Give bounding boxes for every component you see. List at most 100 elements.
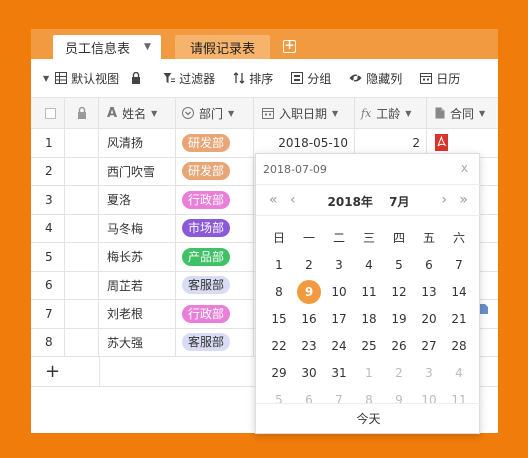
lock-button[interactable] — [131, 72, 145, 84]
day-cell[interactable]: 29 — [264, 366, 294, 380]
name-cell[interactable]: 梅长苏 — [99, 243, 176, 271]
day-cell[interactable]: 15 — [264, 312, 294, 326]
day-cell[interactable]: 1 — [354, 366, 384, 380]
day-cell[interactable]: 7 — [444, 258, 474, 272]
day-cell[interactable]: 30 — [294, 366, 324, 380]
chevron-down-icon[interactable]: ▼ — [405, 109, 411, 118]
month-select[interactable]: 7月 — [389, 195, 409, 209]
column-header-dept[interactable]: 部门 ▼ — [176, 98, 254, 128]
hire-date-value: 2018-05-10 — [278, 135, 348, 150]
dept-cell[interactable]: 行政部 — [176, 186, 254, 214]
add-sheet-icon[interactable]: + — [283, 39, 296, 53]
day-cell[interactable]: 12 — [384, 285, 414, 299]
filter-button[interactable]: 过滤器 — [163, 70, 215, 87]
day-cell[interactable]: 6 — [414, 258, 444, 272]
select-all-cell[interactable] — [31, 98, 65, 128]
chevron-down-icon[interactable]: ▼ — [332, 109, 338, 118]
column-header-name[interactable]: A 姓名 ▼ — [99, 98, 176, 128]
dept-cell[interactable]: 市场部 — [176, 214, 254, 242]
day-cell[interactable]: 2 — [384, 366, 414, 380]
dept-cell[interactable]: 客服部 — [176, 328, 254, 356]
calendar-label: 日历 — [436, 71, 461, 86]
dept-cell[interactable]: 研发部 — [176, 157, 254, 185]
hide-columns-button[interactable]: 隐藏列 — [349, 70, 402, 87]
row-number[interactable]: 5 — [31, 243, 65, 271]
day-number: 19 — [391, 311, 407, 326]
day-cell[interactable]: 10 — [324, 285, 354, 299]
day-cell[interactable]: 1 — [264, 258, 294, 272]
row-number[interactable]: 6 — [31, 271, 65, 299]
row-lock-cell — [65, 214, 99, 242]
day-cell[interactable]: 18 — [354, 312, 384, 326]
day-cell[interactable]: 19 — [384, 312, 414, 326]
day-cell[interactable]: 3 — [414, 366, 444, 380]
day-cell[interactable]: 13 — [414, 285, 444, 299]
tab-leave-records[interactable]: 请假记录表 — [175, 35, 270, 59]
column-header-hire-date[interactable]: 入职日期 ▼ — [254, 98, 355, 128]
chevron-down-icon[interactable]: ▼ — [479, 109, 485, 118]
day-cell[interactable]: 22 — [264, 339, 294, 353]
day-cell[interactable]: 4 — [354, 258, 384, 272]
calendar-button[interactable]: 日历 — [420, 70, 460, 87]
year-select[interactable]: 2018年 — [328, 195, 373, 209]
day-cell[interactable]: 26 — [384, 339, 414, 353]
day-cell[interactable]: 8 — [264, 285, 294, 299]
calendar-icon — [420, 73, 433, 84]
row-number[interactable]: 2 — [31, 157, 65, 185]
chevron-down-icon[interactable]: ▼ — [144, 42, 151, 52]
day-cell[interactable]: 4 — [444, 366, 474, 380]
day-number: 13 — [421, 284, 437, 299]
day-cell[interactable]: 24 — [324, 339, 354, 353]
day-cell[interactable]: 20 — [414, 312, 444, 326]
selected-day-cell[interactable]: 9 — [294, 279, 324, 304]
day-cell[interactable]: 28 — [444, 339, 474, 353]
close-icon[interactable]: x — [461, 161, 468, 175]
day-cell[interactable]: 16 — [294, 312, 324, 326]
name-cell[interactable]: 风清扬 — [99, 129, 176, 157]
name-cell[interactable]: 马冬梅 — [99, 214, 176, 242]
column-header-seniority[interactable]: fx 工龄 ▼ — [355, 98, 427, 128]
column-header-contract[interactable]: 合同 ▼ — [427, 98, 498, 128]
name-cell[interactable]: 苏大强 — [99, 328, 176, 356]
day-cell[interactable]: 5 — [384, 258, 414, 272]
name-cell[interactable]: 西门吹雪 — [99, 157, 176, 185]
day-cell[interactable]: 2 — [294, 258, 324, 272]
name-cell[interactable]: 刘老根 — [99, 300, 176, 328]
row-number[interactable]: 7 — [31, 300, 65, 328]
tab-employee-info[interactable]: 员工信息表 ▼ — [53, 35, 161, 59]
day-cell[interactable]: 17 — [324, 312, 354, 326]
day-cell[interactable]: 23 — [294, 339, 324, 353]
view-dropdown-caret[interactable]: ▼ — [43, 74, 49, 83]
select-all-checkbox[interactable] — [45, 107, 56, 119]
day-cell[interactable]: 31 — [324, 366, 354, 380]
chevron-down-icon[interactable]: ▼ — [228, 109, 234, 118]
dept-cell[interactable]: 产品部 — [176, 243, 254, 271]
day-cell[interactable]: 14 — [444, 285, 474, 299]
day-cell[interactable]: 27 — [414, 339, 444, 353]
calendar-week-row: 29 30 31 1 2 3 4 — [264, 359, 474, 386]
view-button[interactable]: 默认视图 — [55, 70, 119, 87]
chevron-down-icon[interactable]: ▼ — [151, 109, 157, 118]
group-button[interactable]: 分组 — [291, 70, 331, 87]
dept-cell[interactable]: 客服部 — [176, 271, 254, 299]
day-cell[interactable]: 11 — [354, 285, 384, 299]
date-input-value[interactable]: 2018-07-09 — [263, 163, 327, 176]
next-month-button[interactable]: › — [441, 192, 447, 208]
row-number[interactable]: 8 — [31, 328, 65, 356]
group-icon — [291, 72, 304, 84]
day-cell[interactable]: 3 — [324, 258, 354, 272]
day-cell[interactable]: 25 — [354, 339, 384, 353]
next-year-button[interactable]: » — [459, 192, 468, 208]
row-number[interactable]: 1 — [31, 129, 65, 157]
name-cell[interactable]: 夏洛 — [99, 186, 176, 214]
sort-button[interactable]: 排序 — [233, 70, 273, 87]
attachment-thumbnail-icon[interactable] — [480, 303, 488, 317]
today-button[interactable]: 今天 — [256, 403, 481, 433]
dept-cell[interactable]: 研发部 — [176, 129, 254, 157]
name-cell[interactable]: 周芷若 — [99, 271, 176, 299]
pdf-file-icon[interactable] — [435, 134, 448, 152]
row-number[interactable]: 3 — [31, 186, 65, 214]
day-cell[interactable]: 21 — [444, 312, 474, 326]
dept-cell[interactable]: 行政部 — [176, 300, 254, 328]
row-number[interactable]: 4 — [31, 214, 65, 242]
